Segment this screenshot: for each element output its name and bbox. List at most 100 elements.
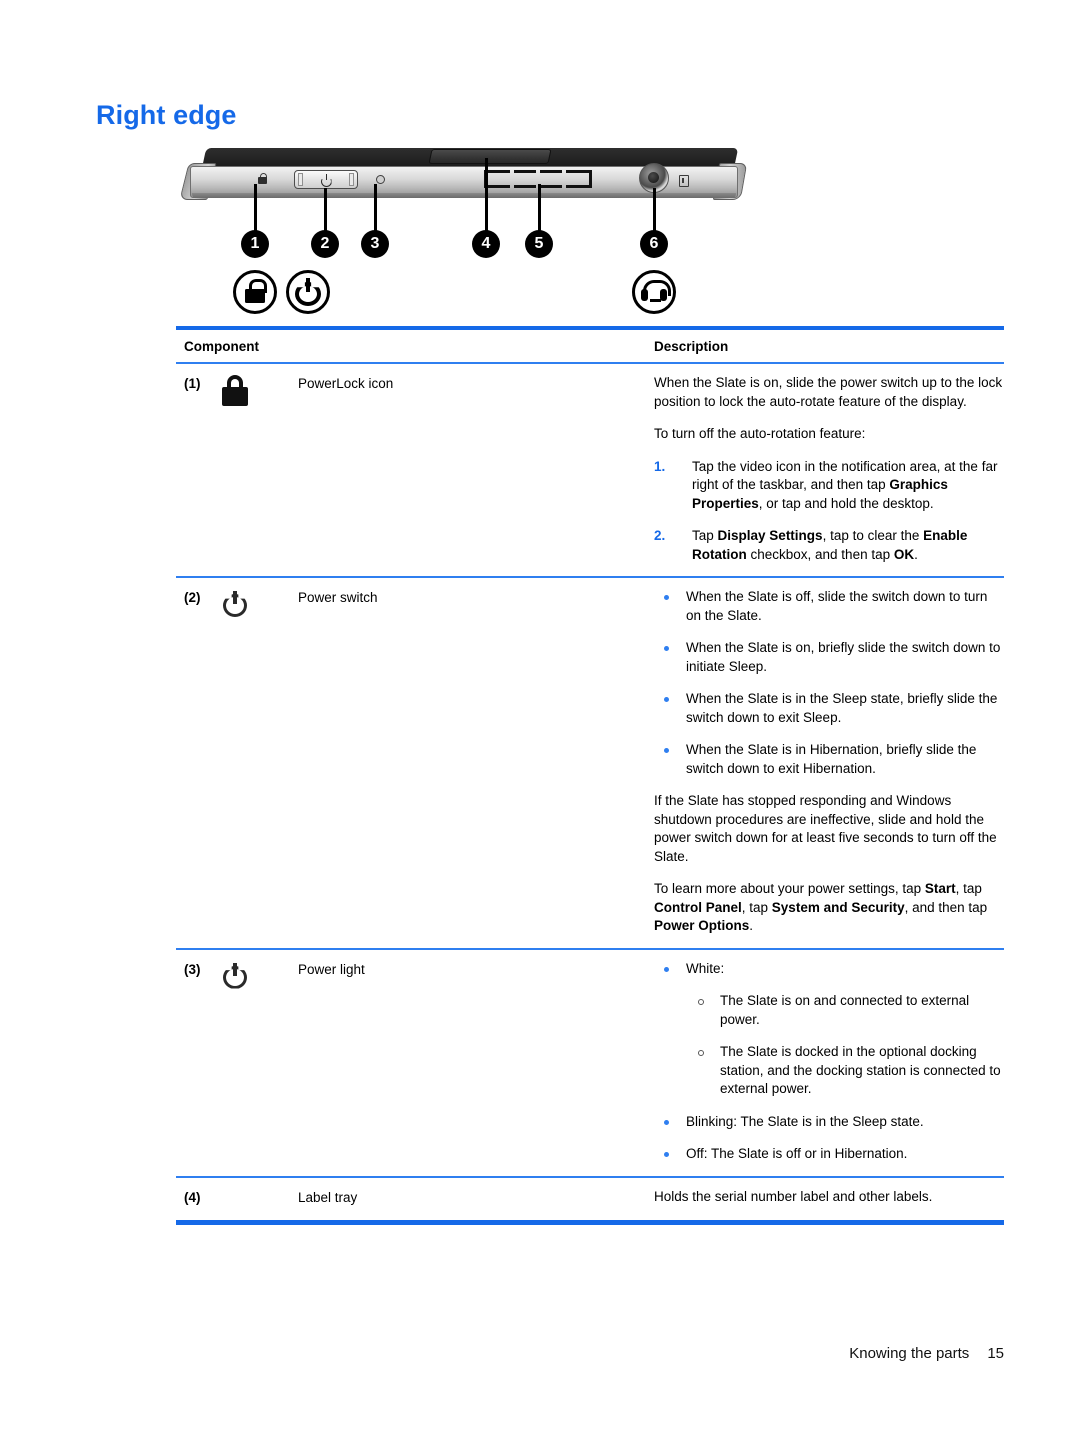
power-icon [286,270,330,314]
component-description: When the Slate is off, slide the switch … [654,588,1004,936]
step-marker: 2. [654,528,666,543]
power-switch-control [294,170,358,189]
callout-6: 6 [640,230,668,258]
sub-bullet-text: The Slate is docked in the optional dock… [720,1044,1001,1096]
headset-icon [632,270,676,314]
leader-line-3 [374,184,377,234]
list-item: Blinking: The Slate is in the Sleep stat… [654,1113,1004,1132]
desc-paragraph: To turn off the auto-rotation feature: [654,426,866,441]
bullet-list: When the Slate is off, slide the switch … [654,588,1004,778]
powerlock-marking-icon [258,173,267,184]
step-text-part: Tap [692,528,718,543]
bullet-dot-icon [664,595,669,600]
sub-bullet-list: The Slate is on and connected to externa… [686,992,1004,1099]
bullet-dot-icon [664,966,669,972]
column-header-component: Component [184,339,259,354]
step-text-part: , or tap and hold the desktop. [758,495,934,511]
bullet-text: When the Slate is on, briefly slide the … [686,640,1001,674]
row-number: (1) [184,376,201,391]
table-row: (3) Power light White: The Slate is on a… [176,950,1004,1176]
row-icon-cell [220,1188,298,1207]
desc-paragraph: When the Slate is on, slide the power sw… [654,375,1003,409]
table-bottom-rule [176,1220,1004,1225]
component-description: When the Slate is on, slide the power sw… [654,374,1004,564]
bullet-dot-icon [664,646,669,651]
leader-line-6 [653,188,656,234]
power-light-led [376,175,385,184]
document-page: Right edge 1 2 3 4 5 6 Component Descrip… [0,0,1080,1437]
table-row: (2) Power switch When the Slate is off, … [176,578,1004,948]
step-bold-term: OK [893,546,915,562]
desc-text-part: . [749,918,754,933]
leader-line-4 [485,158,488,234]
step-text-part: . [914,546,918,562]
leader-line-2 [324,188,327,234]
list-item: The Slate is on and connected to externa… [686,992,1004,1029]
bullet-text: When the Slate is off, slide the switch … [686,589,988,623]
sub-bullet-text: The Slate is on and connected to externa… [720,993,970,1027]
list-item: 1. Tap the video icon in the notificatio… [654,458,1004,514]
device-illustration: 1 2 3 4 5 6 [176,146,748,322]
bullet-text: White: [686,960,725,976]
leader-line-5 [538,184,541,234]
callout-2: 2 [311,230,339,258]
step-marker: 1. [654,458,666,474]
component-name: Label tray [298,1189,358,1205]
bullet-dot-icon [664,1119,669,1125]
desc-text-part: , tap [955,881,982,896]
page-footer: Knowing the parts 15 [176,1345,1004,1362]
bullet-text: When the Slate is in the Sleep state, br… [686,691,998,725]
list-item: When the Slate is in Hibernation, briefl… [654,741,1004,778]
power-icon [223,962,247,989]
desc-bold-term: Start [924,881,956,896]
list-item: Off: The Slate is off or in Hibernation. [654,1145,1004,1164]
footer-page-number: 15 [987,1345,1004,1362]
step-text-part: checkbox, and then tap [746,546,894,562]
list-item: When the Slate is on, briefly slide the … [654,639,1004,676]
components-table: Component Description (1) PowerLock icon… [176,326,1004,1225]
list-item: When the Slate is off, slide the switch … [654,588,1004,625]
bullet-dot-icon [664,1152,669,1157]
desc-paragraph: Holds the serial number label and other … [654,1188,933,1204]
hollow-bullet-icon [698,1050,704,1056]
row-icon-cell [220,960,298,1164]
list-item: When the Slate is in the Sleep state, br… [654,690,1004,727]
list-item: The Slate is docked in the optional dock… [686,1043,1004,1099]
component-description: Holds the serial number label and other … [654,1188,1004,1207]
desc-paragraph: If the Slate has stopped responding and … [654,793,997,864]
callout-5: 5 [525,230,553,258]
desc-text-part: , tap [741,899,772,915]
bullet-text: When the Slate is in Hibernation, briefl… [686,742,977,776]
desc-bold-term: System and Security [771,899,905,915]
bullet-text: Off: The Slate is off or in Hibernation. [686,1146,908,1161]
bullet-dot-icon [664,697,669,702]
step-text-part: , tap to clear the [822,528,924,543]
page-title: Right edge [96,100,237,130]
headset-port-marking-icon [679,175,689,187]
footer-chapter: Knowing the parts [849,1345,970,1362]
table-row: (4) Label tray Holds the serial number l… [176,1178,1004,1221]
desc-text-part: , and then tap [904,899,988,915]
table-header-row: Component Description [176,330,1004,362]
callout-1: 1 [241,230,269,258]
procedure-steps: 1. Tap the video icon in the notificatio… [654,458,1004,565]
list-item: 2. Tap Display Settings, tap to clear th… [654,527,1004,564]
callout-3: 3 [361,230,389,258]
power-icon [223,591,247,617]
slate-right-edge-drawing [179,146,748,208]
component-description: White: The Slate is on and connected to … [654,960,1004,1164]
label-tray-slot [428,149,552,164]
hollow-bullet-icon [698,999,704,1005]
column-header-description: Description [654,339,729,354]
step-bold-term: Display Settings [717,528,823,543]
row-icon-cell [220,588,298,936]
row-number: (4) [184,1189,201,1205]
bullet-dot-icon [664,748,669,753]
bullet-list: White: The Slate is on and connected to … [654,960,1004,1164]
row-number: (3) [184,961,201,977]
list-item: White: The Slate is on and connected to … [654,960,1004,1099]
lock-icon [222,375,248,406]
row-number: (2) [184,590,201,605]
component-name: Power light [298,961,365,977]
desc-bold-term: Control Panel [654,899,742,915]
